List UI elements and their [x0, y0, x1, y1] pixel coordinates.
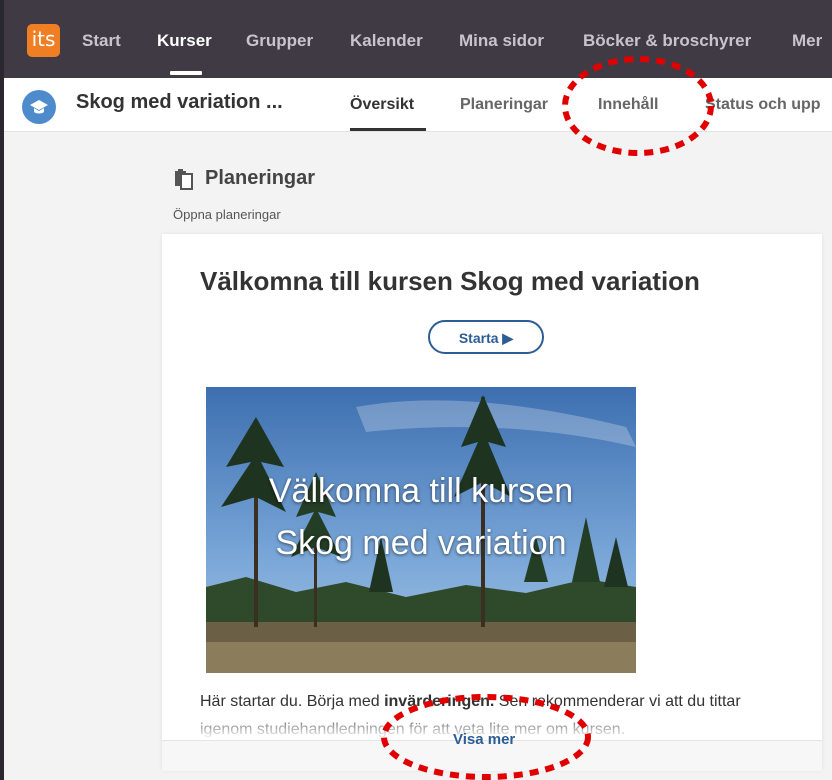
nav-mer[interactable]: Mer	[792, 31, 822, 51]
active-nav-indicator	[170, 71, 202, 75]
top-navigation: its Start Kurser Grupper Kalender Mina s…	[0, 0, 832, 78]
card-title: Välkomna till kursen Skog med variation	[200, 266, 700, 296]
planning-documents-icon	[175, 168, 193, 190]
tab-planeringar[interactable]: Planeringar	[460, 96, 548, 114]
tab-innehall[interactable]: Innehåll	[598, 96, 658, 114]
graduation-cap-icon	[22, 90, 56, 124]
nav-kurser[interactable]: Kurser	[157, 31, 212, 51]
hero-caption-line-2: Skog med variation	[275, 524, 567, 562]
tab-oversikt[interactable]: Översikt	[350, 96, 414, 114]
start-button[interactable]: Starta ▶	[428, 320, 544, 354]
hero-caption: Välkomna till kursen Skog med variation	[206, 465, 636, 569]
active-tab-indicator	[350, 128, 426, 131]
nav-bocker-broschyrer[interactable]: Böcker & broschyrer	[583, 31, 751, 51]
description-intro: Här startar du. Börja med	[200, 693, 385, 710]
nav-kalender[interactable]: Kalender	[350, 31, 423, 51]
section-subtitle: Öppna planeringar	[173, 207, 281, 222]
course-title[interactable]: Skog med variation ...	[76, 91, 283, 114]
description-bold: invärderingen.	[384, 693, 495, 710]
section-title: Planeringar	[205, 167, 316, 189]
nav-start[interactable]: Start	[82, 31, 121, 51]
window-left-border	[0, 0, 4, 780]
nav-mina-sidor[interactable]: Mina sidor	[459, 31, 544, 51]
nav-grupper[interactable]: Grupper	[246, 31, 313, 51]
hero-caption-line-1: Välkomna till kursen	[268, 472, 574, 510]
its-logo[interactable]: its	[27, 24, 60, 57]
hero-image: Välkomna till kursen Skog med variation	[206, 387, 636, 673]
tab-status-och-uppfoljning[interactable]: Status och upp	[705, 96, 821, 114]
show-more-link[interactable]: Visa mer	[453, 731, 515, 748]
section-header: Planeringar	[173, 167, 315, 190]
